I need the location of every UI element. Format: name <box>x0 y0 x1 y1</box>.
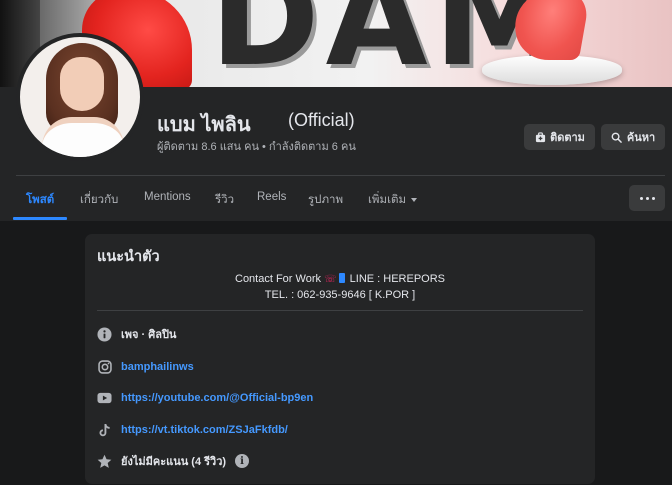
star-icon <box>97 454 112 469</box>
chevron-down-icon <box>411 197 418 202</box>
intro-divider <box>97 310 583 311</box>
reviews-text: ยังไม่มีคะแนน (4 รีวิว) <box>121 456 227 468</box>
category-text: เพจ · ศิลปิน <box>121 329 177 341</box>
tab-reels[interactable]: Reels <box>257 191 286 203</box>
intro-card: แนะนำตัว Contact For Work ☏ LINE : HEREP… <box>85 234 595 484</box>
reviews-row: ยังไม่มีคะแนน (4 รีวิว) i <box>97 452 250 470</box>
info-icon[interactable]: i <box>235 454 250 468</box>
instagram-row: bamphailinws <box>97 358 194 376</box>
tab-more-label: เพิ่มเติม <box>368 194 407 206</box>
info-icon <box>97 326 112 342</box>
tab-reviews[interactable]: รีวิว <box>215 191 234 209</box>
active-tab-indicator <box>13 217 67 220</box>
tiktok-row: https://vt.tiktok.com/ZSJaFkfdb/ <box>97 421 288 439</box>
bio-contact-text: Contact For Work <box>235 273 321 285</box>
avatar[interactable] <box>16 33 144 161</box>
instagram-icon <box>97 360 112 375</box>
search-button[interactable]: ค้นหา <box>601 124 665 150</box>
page-title: แบม ไพลิน <box>157 114 251 136</box>
tiktok-icon <box>97 423 112 438</box>
youtube-link[interactable]: https://youtube.com/@Official-bp9en <box>121 392 313 404</box>
instagram-link[interactable]: bamphailinws <box>121 361 194 373</box>
page-title-suffix: (Official) <box>288 110 355 130</box>
youtube-row: https://youtube.com/@Official-bp9en <box>97 389 313 407</box>
search-icon <box>611 131 623 143</box>
search-button-label: ค้นหา <box>626 132 656 144</box>
header-divider <box>16 175 665 176</box>
youtube-icon <box>97 391 112 406</box>
mobile-phone-icon <box>338 273 345 283</box>
ellipsis-icon-dot <box>651 196 655 200</box>
tab-more[interactable]: เพิ่มเติม <box>368 191 418 209</box>
avatar-face <box>60 57 104 111</box>
tab-about[interactable]: เกี่ยวกับ <box>80 191 118 209</box>
bio-line-contact: Contact For Work ☏ LINE : HEREPORS <box>85 273 595 285</box>
bio-line-id-text: LINE : HEREPORS <box>349 273 445 285</box>
follow-button[interactable]: ติดตาม <box>524 124 595 150</box>
intro-title: แนะนำตัว <box>97 249 160 265</box>
tab-posts[interactable]: โพสต์ <box>26 191 54 209</box>
follow-icon <box>534 131 546 143</box>
category-row: เพจ · ศิลปิน <box>97 325 176 343</box>
avatar-body <box>42 117 124 157</box>
tab-photos[interactable]: รูปภาพ <box>308 191 343 209</box>
tiktok-link[interactable]: https://vt.tiktok.com/ZSJaFkfdb/ <box>121 424 288 436</box>
follower-stats[interactable]: ผู้ติดตาม 8.6 แสน คน • กำลังติดตาม 6 คน <box>157 137 356 155</box>
ellipsis-icon-dot <box>645 196 649 200</box>
follow-button-label: ติดตาม <box>550 132 585 144</box>
bio-line-phone: TEL. : 062-935-9646 [ K.POR ] <box>264 289 416 301</box>
more-options-button[interactable] <box>629 185 665 211</box>
phone-emoji-icon: ☏ <box>324 274 337 285</box>
ellipsis-icon-dot <box>639 196 643 200</box>
tab-mentions[interactable]: Mentions <box>144 191 191 203</box>
